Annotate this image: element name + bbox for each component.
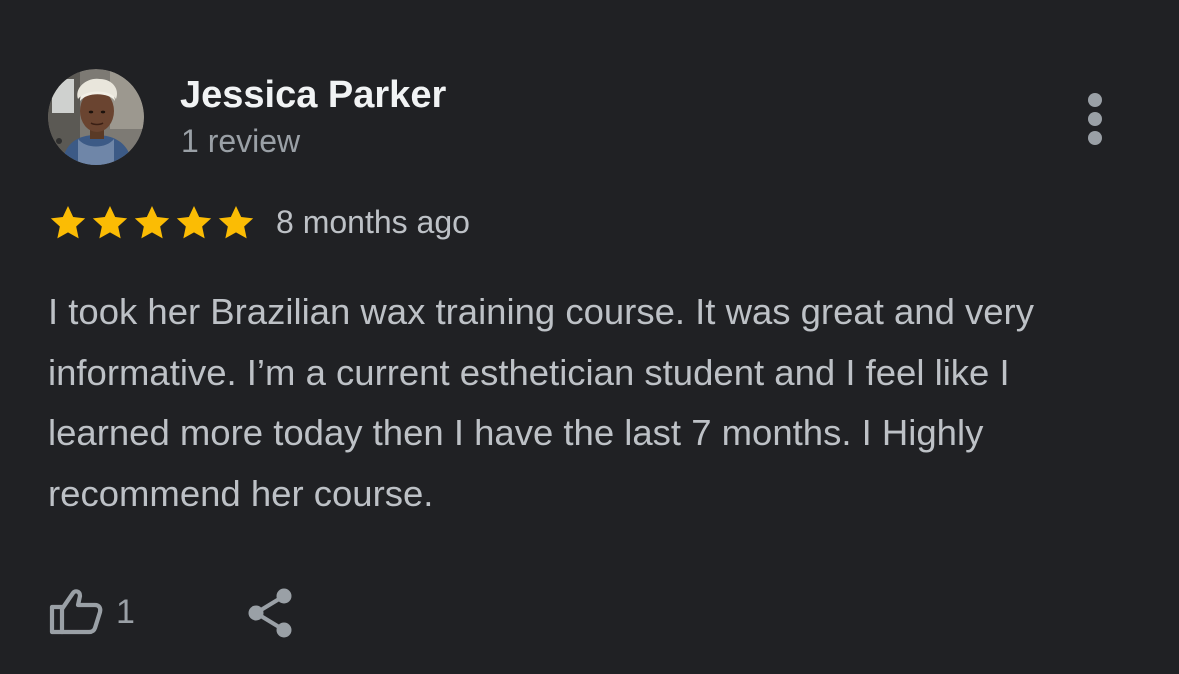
avatar-photo xyxy=(48,69,144,165)
star-icon xyxy=(92,206,128,239)
review-time: 8 months ago xyxy=(276,204,470,240)
star-rating xyxy=(48,202,256,244)
star-icon xyxy=(50,206,86,239)
more-vert-icon-dot xyxy=(1088,93,1102,107)
share-button[interactable] xyxy=(246,586,296,643)
more-vert-icon-dot xyxy=(1088,131,1102,145)
author-review-count: 1 review xyxy=(181,123,301,159)
review-card: Jessica Parker 1 review 8 months ago I t… xyxy=(0,0,1179,674)
more-vert-icon-dot xyxy=(1088,112,1102,126)
stars-container xyxy=(48,203,256,243)
author-name[interactable]: Jessica Parker xyxy=(180,72,446,118)
star-icon xyxy=(134,206,170,239)
share-icon xyxy=(248,588,292,638)
thumbs-up-icon xyxy=(49,589,103,635)
review-actions: 1 xyxy=(48,584,292,640)
star-icon xyxy=(176,206,212,239)
like-count: 1 xyxy=(116,593,135,631)
more-options-button[interactable] xyxy=(1076,88,1114,150)
like-button[interactable]: 1 xyxy=(48,587,135,637)
author-avatar[interactable] xyxy=(48,69,144,165)
review-text: I took her Brazilian wax training course… xyxy=(48,291,1034,514)
star-icon xyxy=(218,206,254,239)
